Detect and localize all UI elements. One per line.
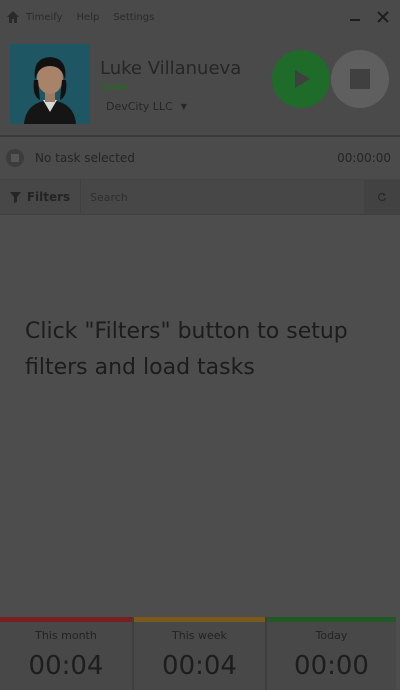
stop-icon: [350, 69, 370, 89]
refresh-button[interactable]: [364, 180, 400, 214]
current-task-row: No task selected 00:00:00: [0, 137, 400, 179]
task-stop-icon[interactable]: [6, 149, 24, 167]
caret-down-icon: ▼: [180, 102, 187, 111]
stat-value: 00:00: [294, 651, 369, 681]
close-button[interactable]: [372, 6, 394, 28]
stat-value: 00:04: [28, 651, 104, 681]
stat-label: This month: [35, 629, 97, 642]
company-name: DevCity LLC: [106, 100, 173, 113]
play-icon: [295, 70, 310, 88]
company-dropdown[interactable]: DevCity LLC ▼: [106, 100, 187, 113]
menu-settings[interactable]: Settings: [113, 12, 154, 23]
stat-label: Today: [315, 629, 348, 642]
stat-value: 00:04: [162, 651, 237, 681]
filter-funnel-icon: [9, 191, 21, 203]
filters-button[interactable]: Filters: [0, 180, 81, 214]
home-icon[interactable]: [6, 10, 20, 24]
filters-bar: Filters: [0, 179, 400, 215]
stat-color-bar: [134, 617, 265, 622]
search-input[interactable]: [82, 185, 360, 209]
minimize-icon: [350, 19, 360, 21]
stat-label: This week: [172, 629, 227, 642]
app-title[interactable]: Timeify: [26, 12, 63, 23]
stat-this-week: This week 00:04: [132, 617, 265, 690]
close-icon: [377, 11, 389, 23]
start-timer-button[interactable]: [272, 50, 330, 108]
stat-color-bar: [0, 617, 132, 622]
current-task-label: No task selected: [35, 151, 135, 165]
avatar: [10, 44, 90, 124]
minimize-button[interactable]: [344, 6, 366, 28]
stat-color-bar: [267, 617, 396, 622]
menu-help[interactable]: Help: [77, 12, 100, 23]
stop-timer-button[interactable]: [331, 50, 389, 108]
user-name: Luke Villanueva: [100, 58, 242, 79]
time-stats: This month 00:04 This week 00:04 Today 0…: [0, 617, 400, 690]
filters-button-label: Filters: [26, 190, 71, 204]
title-bar: Timeify Help Settings: [0, 0, 400, 34]
empty-state-message: Click "Filters" button to setup filters …: [25, 319, 348, 380]
stat-today: Today 00:00: [265, 617, 396, 690]
refresh-icon: [378, 192, 387, 202]
current-task-time: 00:00:00: [337, 151, 391, 165]
user-avatar-icon: [10, 44, 90, 124]
user-header: Luke Villanueva Online DevCity LLC ▼: [0, 34, 400, 135]
user-status: Online: [100, 83, 130, 93]
stat-this-month: This month 00:04: [0, 617, 132, 690]
